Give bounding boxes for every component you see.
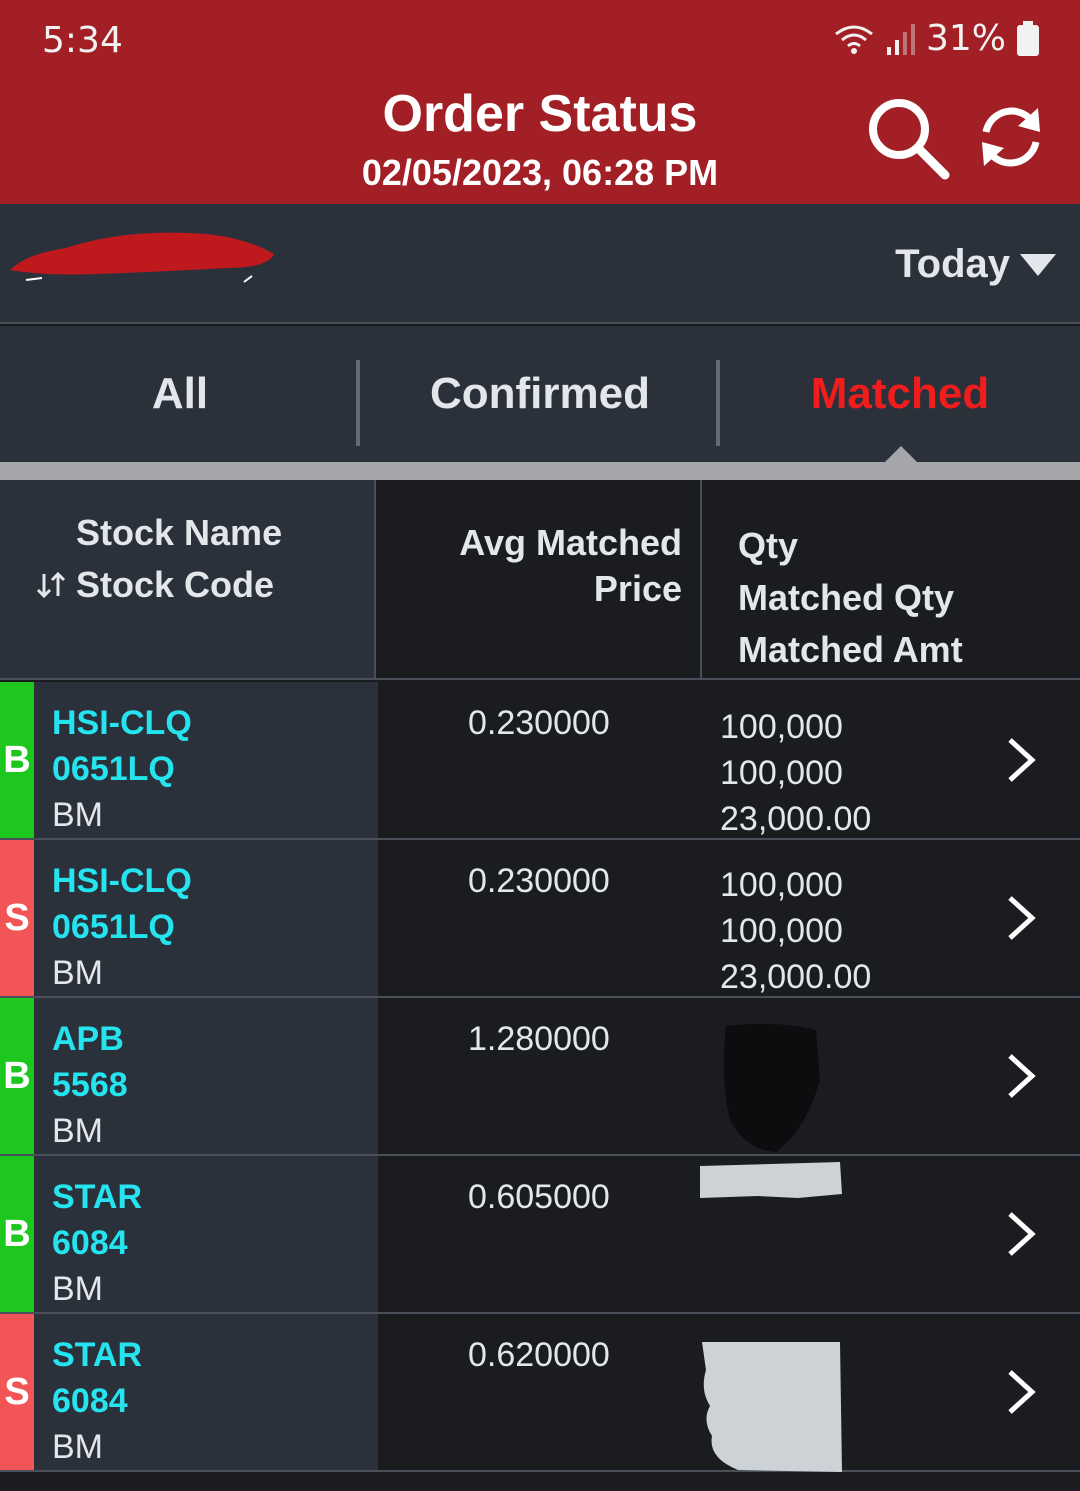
sort-icon: [36, 571, 66, 599]
side-badge: B: [0, 682, 34, 838]
side-badge: B: [0, 998, 34, 1154]
active-tab-caret: [884, 446, 918, 463]
side-badge: S: [0, 1314, 34, 1470]
side-badge: B: [0, 1156, 34, 1312]
chevron-right-icon: [1008, 738, 1036, 782]
order-row[interactable]: B HSI-CLQ 0651LQ BM 0.230000 100,000 100…: [0, 682, 1080, 840]
account-bar: Today: [0, 204, 1080, 324]
avg-matched-price: 1.280000: [468, 1020, 610, 1058]
stock-code: 6084: [52, 1224, 128, 1262]
date-filter-dropdown[interactable]: Today: [895, 242, 1058, 287]
qty-cell: 100,000 100,000 23,000.00: [720, 862, 871, 1000]
chevron-right-icon: [1008, 1370, 1036, 1414]
date-filter-label: Today: [895, 242, 1010, 286]
stock-market: BM: [52, 1112, 103, 1150]
stock-cell: STAR 6084 BM: [34, 1156, 378, 1312]
status-icons: 31%: [832, 18, 1040, 59]
qty: 100,000: [720, 866, 843, 904]
qty-cell: 100,000 100,000 23,000.00: [720, 704, 871, 842]
stock-code: 6084: [52, 1382, 128, 1420]
stock-cell: HSI-CLQ 0651LQ BM: [34, 840, 378, 996]
app-header: 5:34 31% Order Status 02/05/2023, 06:28 …: [0, 0, 1080, 204]
search-button[interactable]: [862, 92, 952, 182]
column-avg-price-line2: Price: [593, 568, 682, 609]
column-qty-label: Qty: [738, 525, 799, 566]
stock-market: BM: [52, 1428, 103, 1466]
order-row[interactable]: B APB 5568 BM 1.280000: [0, 998, 1080, 1156]
signal-icon: [886, 23, 916, 55]
status-time: 5:34: [42, 20, 123, 61]
matched-qty: 100,000: [720, 754, 843, 792]
stock-name: STAR: [52, 1178, 143, 1216]
order-row[interactable]: B STAR 6084 BM 0.605000: [0, 1156, 1080, 1314]
column-avg-price: Avg Matched Price: [376, 480, 702, 678]
stock-cell: STAR 6084 BM: [34, 1314, 378, 1470]
tab-indicator-bar: [0, 462, 1080, 480]
tab-confirmed[interactable]: Confirmed: [360, 326, 720, 462]
tab-label: All: [151, 369, 209, 418]
status-tabs: All Confirmed Matched: [0, 326, 1080, 462]
tab-all[interactable]: All: [0, 326, 360, 462]
sort-stock-code[interactable]: Stock Code: [34, 564, 274, 606]
redacted-qty: [700, 1162, 842, 1198]
refresh-icon: [982, 107, 1040, 167]
search-icon: [869, 99, 950, 180]
order-row[interactable]: S HSI-CLQ 0651LQ BM 0.230000 100,000 100…: [0, 840, 1080, 998]
dropdown-arrow-icon: [1020, 253, 1056, 276]
column-stock-code: Stock Code: [76, 564, 275, 605]
stock-code: 0651LQ: [52, 908, 175, 946]
matched-amt: 23,000.00: [720, 958, 872, 996]
stock-name: HSI-CLQ: [52, 704, 192, 742]
stock-code: 0651LQ: [52, 750, 175, 788]
redacted-account-name: [10, 232, 274, 283]
refresh-button[interactable]: [966, 92, 1056, 182]
stock-market: BM: [52, 954, 103, 992]
avg-matched-price: 0.230000: [468, 704, 610, 742]
tab-label: Confirmed: [430, 369, 650, 418]
column-avg-price-line1: Avg Matched: [459, 522, 682, 563]
stock-market: BM: [52, 1270, 103, 1308]
qty: 100,000: [720, 708, 843, 746]
redacted-qty: [723, 1023, 820, 1152]
stock-cell: APB 5568 BM: [34, 998, 378, 1154]
chevron-right-icon: [1008, 1054, 1036, 1098]
order-row[interactable]: S STAR 6084 BM 0.620000: [0, 1314, 1080, 1472]
battery-percent: 31%: [925, 18, 1006, 59]
wifi-icon: [832, 22, 876, 56]
table-header: Stock Name Stock Code Avg Matched Price …: [0, 480, 1080, 680]
column-stock-name: Stock Name: [76, 512, 283, 553]
stock-code: 5568: [52, 1066, 128, 1104]
column-stock: Stock Name Stock Code: [0, 480, 376, 678]
tab-matched[interactable]: Matched: [720, 326, 1080, 462]
chevron-right-icon: [1008, 896, 1036, 940]
stock-name: HSI-CLQ: [52, 862, 192, 900]
chevron-right-icon: [1008, 1212, 1036, 1256]
matched-amt: 23,000.00: [720, 800, 872, 838]
avg-matched-price: 0.230000: [468, 862, 610, 900]
tab-label: Matched: [810, 369, 990, 418]
stock-name: STAR: [52, 1336, 143, 1374]
column-qty: Qty Matched Qty Matched Amt: [738, 520, 963, 676]
battery-icon: [1016, 20, 1040, 57]
side-badge: S: [0, 840, 34, 996]
stock-name: APB: [52, 1020, 124, 1058]
redacted-qty: [702, 1342, 842, 1472]
avg-matched-price: 0.605000: [468, 1178, 610, 1216]
column-matched-qty: Matched Qty: [738, 577, 955, 618]
stock-market: BM: [52, 796, 103, 834]
avg-matched-price: 0.620000: [468, 1336, 610, 1374]
column-matched-amt: Matched Amt: [738, 629, 963, 670]
matched-qty: 100,000: [720, 912, 843, 950]
stock-cell: HSI-CLQ 0651LQ BM: [34, 682, 378, 838]
